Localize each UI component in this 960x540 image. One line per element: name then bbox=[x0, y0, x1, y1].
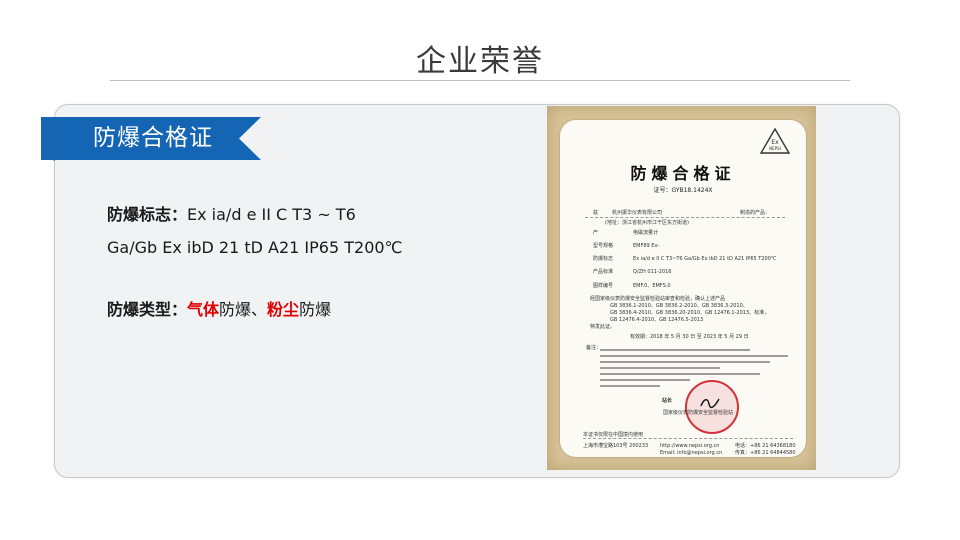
cert-standard: Q/ZH 011-2016 bbox=[633, 269, 672, 275]
cert-product-label: 产 bbox=[593, 230, 599, 236]
type-part2: 防爆 bbox=[299, 300, 332, 319]
cert-issue: 特发此证。 bbox=[590, 324, 616, 330]
cert-mark-label: 防爆标志 bbox=[593, 256, 614, 262]
cert-address: (地址：浙江省杭州市江干区东方街道) bbox=[605, 220, 689, 226]
cert-footer-fax: 传真：+86 21 64844580 bbox=[735, 450, 796, 456]
cert-footer-tel: 电话：+86 21 64368180 bbox=[735, 443, 796, 449]
nepsi-logo-icon: Ex NEPSI bbox=[760, 128, 790, 154]
certificate-number: 证号：GYB18.1424X bbox=[653, 187, 713, 194]
cert-product: 电磁流量计 bbox=[633, 230, 659, 236]
section-ribbon-label: 防爆合格证 bbox=[93, 125, 213, 151]
certificate-title: 防爆合格证 bbox=[630, 164, 736, 183]
explosion-mark-line: 防爆标志：Ex ia/d e II C T3 ~ T6 bbox=[107, 201, 356, 225]
cert-footer-divider bbox=[583, 438, 793, 439]
cert-applicant: 杭州振华仪表有限公司 bbox=[612, 210, 663, 216]
cert-footer-email: Email: info@nepsi.org.cn bbox=[660, 450, 723, 456]
svg-text:Ex: Ex bbox=[771, 139, 779, 146]
cert-footer-web: http://www.nepsi.org.cn bbox=[660, 443, 720, 449]
cert-mark: Ex ia/d e II C T3~T6 Ga/Gb Ex ibD 21 tD … bbox=[633, 256, 777, 262]
cert-produced-label: 制造的产品： bbox=[740, 210, 771, 216]
cert-drawing-label: 图样编号 bbox=[593, 283, 614, 289]
explosion-mark-label: 防爆标志： bbox=[107, 205, 188, 224]
signature-icon bbox=[700, 398, 720, 409]
cert-applicant-label: 兹 bbox=[593, 210, 599, 216]
cert-notes-title: 备注： bbox=[586, 345, 602, 351]
explosion-type-line: 防爆类型：气体防爆、粉尘防爆 bbox=[107, 296, 331, 320]
explosion-mark-value: Ex ia/d e II C T3 ~ T6 bbox=[187, 205, 356, 224]
cert-station: 国家级仪表防爆安全监督检验站 bbox=[663, 410, 734, 416]
cert-drawing: EMF.0、EMFS.0 bbox=[633, 283, 671, 289]
cert-model-label: 型号规格 bbox=[593, 243, 614, 249]
title-divider bbox=[110, 80, 850, 81]
type-dust: 粉尘 bbox=[267, 300, 300, 319]
cert-body-4: GB 12476.4-2010、GB 12476.5-2013 bbox=[610, 317, 704, 323]
cert-body-2: GB 3836.1-2010、GB 3836.2-2010、GB 3836.3-… bbox=[610, 303, 748, 309]
cert-divider bbox=[585, 217, 785, 218]
cert-footer-left: 本证书仅限在中国境内使用 bbox=[583, 432, 644, 438]
cert-director-label: 站长 bbox=[662, 398, 673, 404]
explosion-type-label: 防爆类型： bbox=[107, 300, 188, 319]
page-title: 企业荣誉 bbox=[416, 44, 544, 79]
type-gas: 气体 bbox=[187, 300, 220, 319]
cert-validity: 有效期：2018 年 5 月 30 日 至 2023 年 5 月 29 日 bbox=[630, 334, 749, 340]
explosion-mark-line2: Ga/Gb Ex ibD 21 tD A21 IP65 T200℃ bbox=[107, 238, 403, 257]
type-part1: 防爆、 bbox=[219, 300, 268, 319]
svg-text:NEPSI: NEPSI bbox=[769, 146, 781, 151]
section-ribbon: 防爆合格证 bbox=[41, 117, 261, 160]
cert-model: EMF89 Ex- bbox=[633, 243, 660, 249]
cert-footer-address: 上海市漕宝路103号 200233 bbox=[583, 443, 649, 449]
cert-body-1: 经国家级仪表防爆安全监督检验站审查和检验，确认上述产品 bbox=[590, 296, 726, 302]
cert-standard-label: 产品标准 bbox=[593, 269, 614, 275]
cert-body-3: GB 3836.4-2010、GB 3836.20-2010、GB 12476.… bbox=[610, 310, 770, 316]
